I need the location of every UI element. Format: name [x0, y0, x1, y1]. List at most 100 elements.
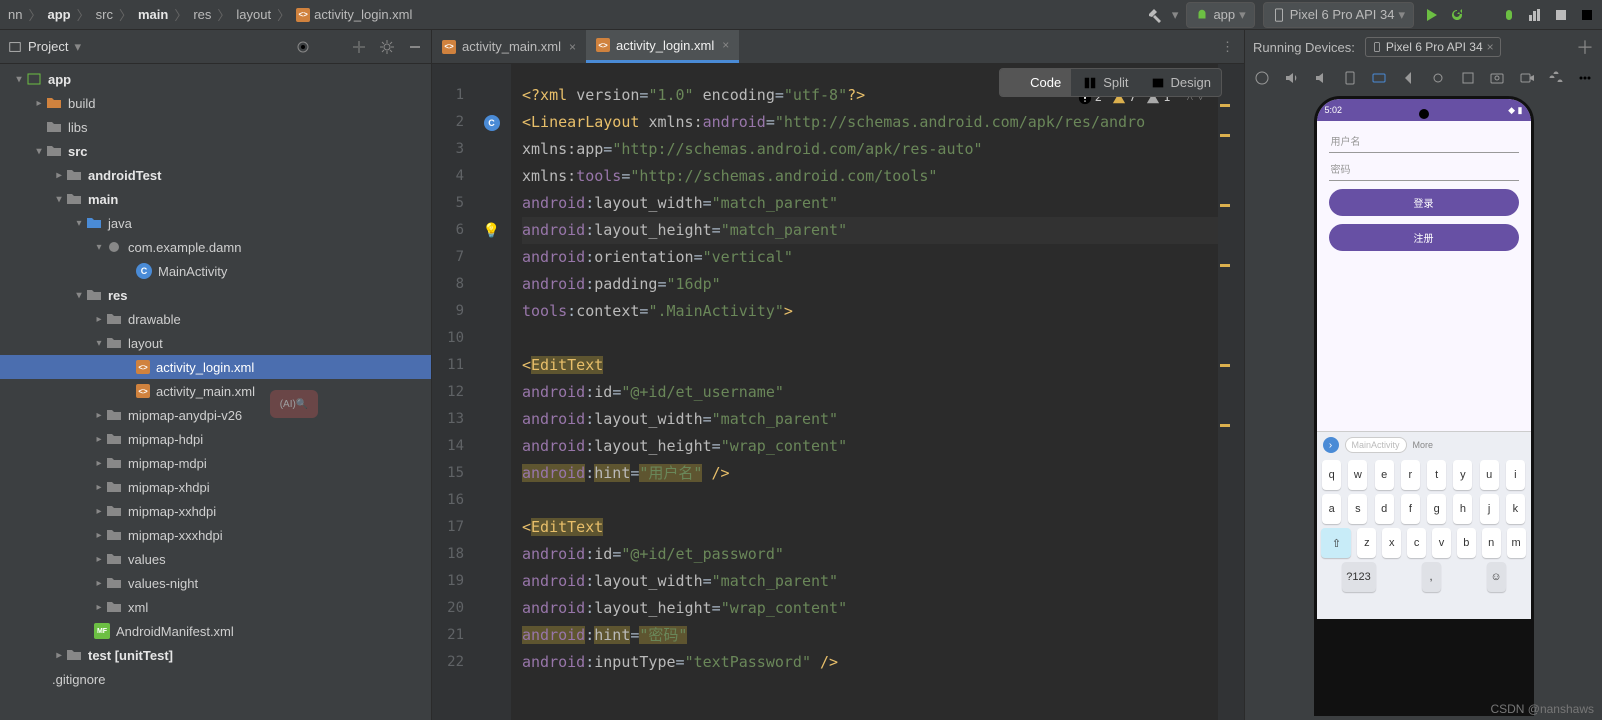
- tree-mipmap-xhdpi[interactable]: ▸mipmap-xhdpi: [0, 475, 431, 499]
- run-config-selector[interactable]: app▾: [1186, 2, 1254, 28]
- back-icon[interactable]: [1400, 69, 1417, 87]
- collapse-icon[interactable]: [351, 39, 367, 55]
- device-selector[interactable]: Pixel 6 Pro API 34▾: [1263, 2, 1414, 28]
- emoji-key[interactable]: ☺: [1487, 562, 1506, 592]
- key-q[interactable]: q: [1322, 460, 1341, 490]
- close-icon[interactable]: ×: [569, 40, 576, 54]
- project-title[interactable]: Project ▾: [8, 39, 295, 55]
- more-icon[interactable]: [1577, 69, 1594, 87]
- rotate-left-icon[interactable]: [1341, 69, 1358, 87]
- key-z[interactable]: z: [1357, 528, 1376, 558]
- tree-res[interactable]: ▾res: [0, 283, 431, 307]
- key-g[interactable]: g: [1427, 494, 1446, 524]
- phone-screen[interactable]: 5:02 ◆ ▮ 登录 注册 › MainActivity: [1317, 99, 1531, 619]
- rotate-right-icon[interactable]: [1371, 69, 1388, 87]
- tree-test[interactable]: ▸test [unitTest]: [0, 643, 431, 667]
- crumb[interactable]: src: [94, 6, 115, 23]
- editor-body[interactable]: 12345678910111213141516171819202122 C 💡 …: [432, 64, 1244, 720]
- key-k[interactable]: k: [1506, 494, 1525, 524]
- key-c[interactable]: c: [1407, 528, 1426, 558]
- key-j[interactable]: j: [1480, 494, 1499, 524]
- tree-mipmap-anydpi[interactable]: ▸mipmap-anydpi-v26: [0, 403, 431, 427]
- key-s[interactable]: s: [1348, 494, 1367, 524]
- code-area[interactable]: <?xml version="1.0" encoding="utf-8"?> <…: [512, 64, 1218, 720]
- tabs-menu-icon[interactable]: ⋮: [1211, 39, 1244, 55]
- crumb-file[interactable]: <>activity_login.xml: [294, 6, 414, 23]
- tree-androidtest[interactable]: ▸androidTest: [0, 163, 431, 187]
- key-h[interactable]: h: [1453, 494, 1472, 524]
- view-design[interactable]: Design: [1141, 69, 1221, 96]
- error-stripe[interactable]: [1218, 64, 1232, 720]
- tree-mipmap-hdpi[interactable]: ▸mipmap-hdpi: [0, 427, 431, 451]
- key-w[interactable]: w: [1348, 460, 1367, 490]
- tree-login-xml[interactable]: ▸<>activity_login.xml: [0, 355, 431, 379]
- debug-icon[interactable]: [1500, 6, 1518, 24]
- tree-gitignore[interactable]: ▸.gitignore: [0, 667, 431, 691]
- home-icon[interactable]: [1430, 69, 1447, 87]
- suggestion[interactable]: MainActivity: [1345, 437, 1407, 453]
- tree-libs[interactable]: ▸libs: [0, 115, 431, 139]
- power-icon[interactable]: [1253, 69, 1270, 87]
- register-button[interactable]: 注册: [1329, 224, 1519, 251]
- crumb[interactable]: res: [191, 6, 213, 23]
- num-toggle-key[interactable]: ?123: [1342, 562, 1376, 592]
- rerun-icon[interactable]: [1448, 6, 1466, 24]
- view-code[interactable]: Code: [1000, 69, 1071, 96]
- hammer-icon[interactable]: [1146, 6, 1164, 24]
- key-v[interactable]: v: [1432, 528, 1451, 558]
- tree-java[interactable]: ▾java: [0, 211, 431, 235]
- shift-key[interactable]: ⇧: [1321, 528, 1351, 558]
- class-gutter-icon[interactable]: C: [484, 115, 500, 131]
- hide-icon[interactable]: [407, 39, 423, 55]
- editor-tab-login[interactable]: <>activity_login.xml×: [586, 30, 739, 63]
- settings-icon[interactable]: [1547, 69, 1564, 87]
- tree-main-xml[interactable]: ▸<>activity_main.xml: [0, 379, 431, 403]
- key-e[interactable]: e: [1375, 460, 1394, 490]
- key-m[interactable]: m: [1507, 528, 1526, 558]
- key-f[interactable]: f: [1401, 494, 1420, 524]
- coverage-icon[interactable]: [1552, 6, 1570, 24]
- device-tab[interactable]: Pixel 6 Pro API 34×: [1365, 37, 1501, 57]
- view-split[interactable]: Split: [1073, 69, 1138, 96]
- comma-key[interactable]: ,: [1422, 562, 1441, 592]
- tree-manifest[interactable]: ▸MFAndroidManifest.xml: [0, 619, 431, 643]
- profile-icon[interactable]: [1526, 6, 1544, 24]
- editor-tab-main[interactable]: <>activity_main.xml×: [432, 30, 586, 63]
- scrollbar[interactable]: [1232, 64, 1244, 720]
- key-n[interactable]: n: [1482, 528, 1501, 558]
- add-device-icon[interactable]: ＋: [1576, 34, 1594, 60]
- tree-src[interactable]: ▾src: [0, 139, 431, 163]
- stop-icon[interactable]: [1578, 6, 1596, 24]
- key-t[interactable]: t: [1427, 460, 1446, 490]
- key-y[interactable]: y: [1453, 460, 1472, 490]
- crumb[interactable]: nn: [6, 6, 24, 23]
- username-field[interactable]: [1329, 133, 1519, 153]
- run-icon[interactable]: [1422, 6, 1440, 24]
- screenshot-icon[interactable]: [1488, 69, 1505, 87]
- record-icon[interactable]: [1518, 69, 1535, 87]
- tree-main[interactable]: ▾main: [0, 187, 431, 211]
- tree-build[interactable]: ▸build: [0, 91, 431, 115]
- tree-mipmap-mdpi[interactable]: ▸mipmap-mdpi: [0, 451, 431, 475]
- key-i[interactable]: i: [1506, 460, 1525, 490]
- crumb[interactable]: layout: [234, 6, 273, 23]
- key-a[interactable]: a: [1322, 494, 1341, 524]
- tree-xml[interactable]: ▸xml: [0, 595, 431, 619]
- gear-icon[interactable]: [379, 39, 395, 55]
- soft-keyboard[interactable]: › MainActivity More qwertyui asdfghjk ⇧ …: [1317, 431, 1531, 619]
- crumb[interactable]: main: [136, 6, 170, 23]
- crumb[interactable]: app: [45, 6, 72, 23]
- tree-package[interactable]: ▾com.example.damn: [0, 235, 431, 259]
- tree-app[interactable]: ▾app: [0, 67, 431, 91]
- overview-icon[interactable]: [1459, 69, 1476, 87]
- suggest-chevron-icon[interactable]: ›: [1323, 437, 1339, 453]
- expand-icon[interactable]: [323, 39, 339, 55]
- password-field[interactable]: [1329, 161, 1519, 181]
- key-x[interactable]: x: [1382, 528, 1401, 558]
- volume-down-icon[interactable]: [1312, 69, 1329, 87]
- tree-mipmap-xxxhdpi[interactable]: ▸mipmap-xxxhdpi: [0, 523, 431, 547]
- key-u[interactable]: u: [1480, 460, 1499, 490]
- select-opened-icon[interactable]: [295, 39, 311, 55]
- key-b[interactable]: b: [1457, 528, 1476, 558]
- login-button[interactable]: 登录: [1329, 189, 1519, 216]
